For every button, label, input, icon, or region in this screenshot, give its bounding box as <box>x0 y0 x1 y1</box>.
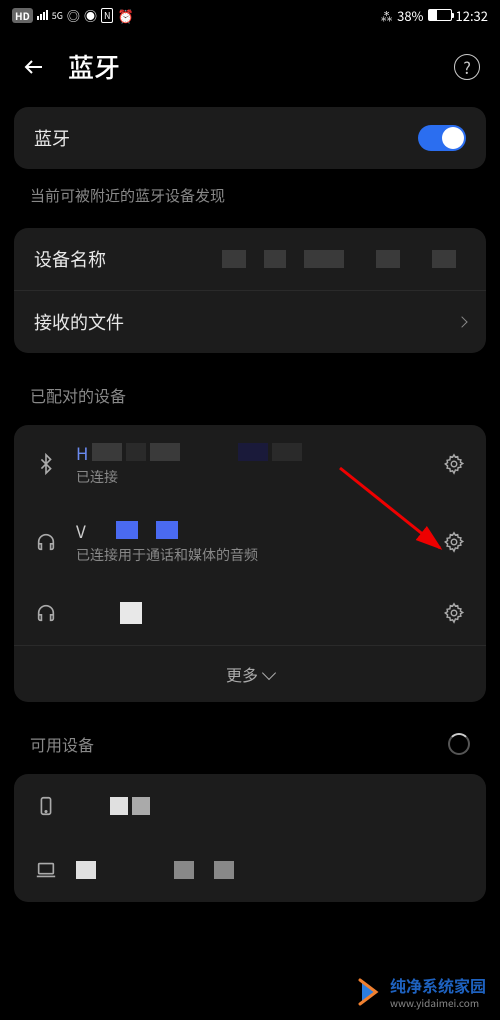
alarm-icon: ⏰ <box>117 6 133 25</box>
back-button[interactable] <box>20 53 48 81</box>
device-settings-button[interactable] <box>442 530 466 554</box>
received-files-label: 接收的文件 <box>34 309 124 335</box>
device-status: 已连接用于通话和媒体的音频 <box>76 545 424 565</box>
page-title: 蓝牙 <box>68 48 434 85</box>
eye-icon: ◉ <box>84 6 97 25</box>
help-button[interactable]: ? <box>454 54 480 80</box>
header: 蓝牙 ? <box>0 30 500 95</box>
status-bar: HD 5G ◎ ◉ N ⏰ ⁂ 38% 12:32 <box>0 0 500 30</box>
phone-icon <box>34 795 58 817</box>
available-devices-panel <box>14 774 486 902</box>
network-label: 5G <box>52 9 63 22</box>
watermark: 纯净系统家园 www.yidaimei.com <box>352 973 486 1010</box>
paired-devices-panel: H 已连接 V 已连接用于通话和媒体 <box>14 425 486 702</box>
bluetooth-switch[interactable] <box>418 125 466 151</box>
watermark-url: www.yidaimei.com <box>390 995 486 1010</box>
paired-device-row[interactable]: H 已连接 <box>14 425 486 503</box>
device-settings-panel: 设备名称 接收的文件 <box>14 228 486 353</box>
scanning-spinner-icon <box>448 733 470 755</box>
chevron-down-icon <box>262 665 276 679</box>
clock-text: 12:32 <box>456 6 488 25</box>
show-more-button[interactable]: 更多 <box>14 645 486 702</box>
bluetooth-label: 蓝牙 <box>34 125 70 151</box>
bluetooth-toggle-row[interactable]: 蓝牙 <box>14 107 486 169</box>
available-section-title: 可用设备 <box>30 732 448 756</box>
signal-icon <box>37 10 48 20</box>
available-device-row[interactable] <box>14 838 486 902</box>
discoverable-hint: 当前可被附近的蓝牙设备发现 <box>0 181 500 216</box>
paired-section-title: 已配对的设备 <box>0 365 500 413</box>
hd-badge: HD <box>12 8 33 23</box>
headphone-icon <box>34 602 58 624</box>
more-label: 更多 <box>226 662 258 686</box>
device-settings-button[interactable] <box>442 601 466 625</box>
received-files-row[interactable]: 接收的文件 <box>14 291 486 353</box>
device-name-prefix: V <box>76 518 86 543</box>
battery-percent: 38% <box>397 6 423 25</box>
headphone-icon <box>34 531 58 553</box>
bluetooth-icon: ⁂ <box>380 6 393 25</box>
nfc-icon: N <box>101 8 114 23</box>
watermark-brand: 纯净系统家园 <box>390 973 486 997</box>
device-name-row[interactable]: 设备名称 <box>14 228 486 291</box>
bluetooth-toggle-panel: 蓝牙 <box>14 107 486 169</box>
chevron-right-icon <box>456 316 467 327</box>
paired-device-row[interactable] <box>14 581 486 645</box>
paired-device-row[interactable]: V 已连接用于通话和媒体的音频 <box>14 503 486 581</box>
hotspot-icon: ◎ <box>67 6 80 25</box>
available-device-row[interactable] <box>14 774 486 838</box>
device-status: 已连接 <box>76 467 424 487</box>
laptop-icon <box>34 859 58 881</box>
device-name-prefix: H <box>76 440 88 465</box>
battery-icon <box>428 9 452 21</box>
bluetooth-device-icon <box>34 453 58 475</box>
watermark-logo-icon <box>352 976 384 1008</box>
device-settings-button[interactable] <box>442 452 466 476</box>
device-name-label: 设备名称 <box>34 246 106 272</box>
